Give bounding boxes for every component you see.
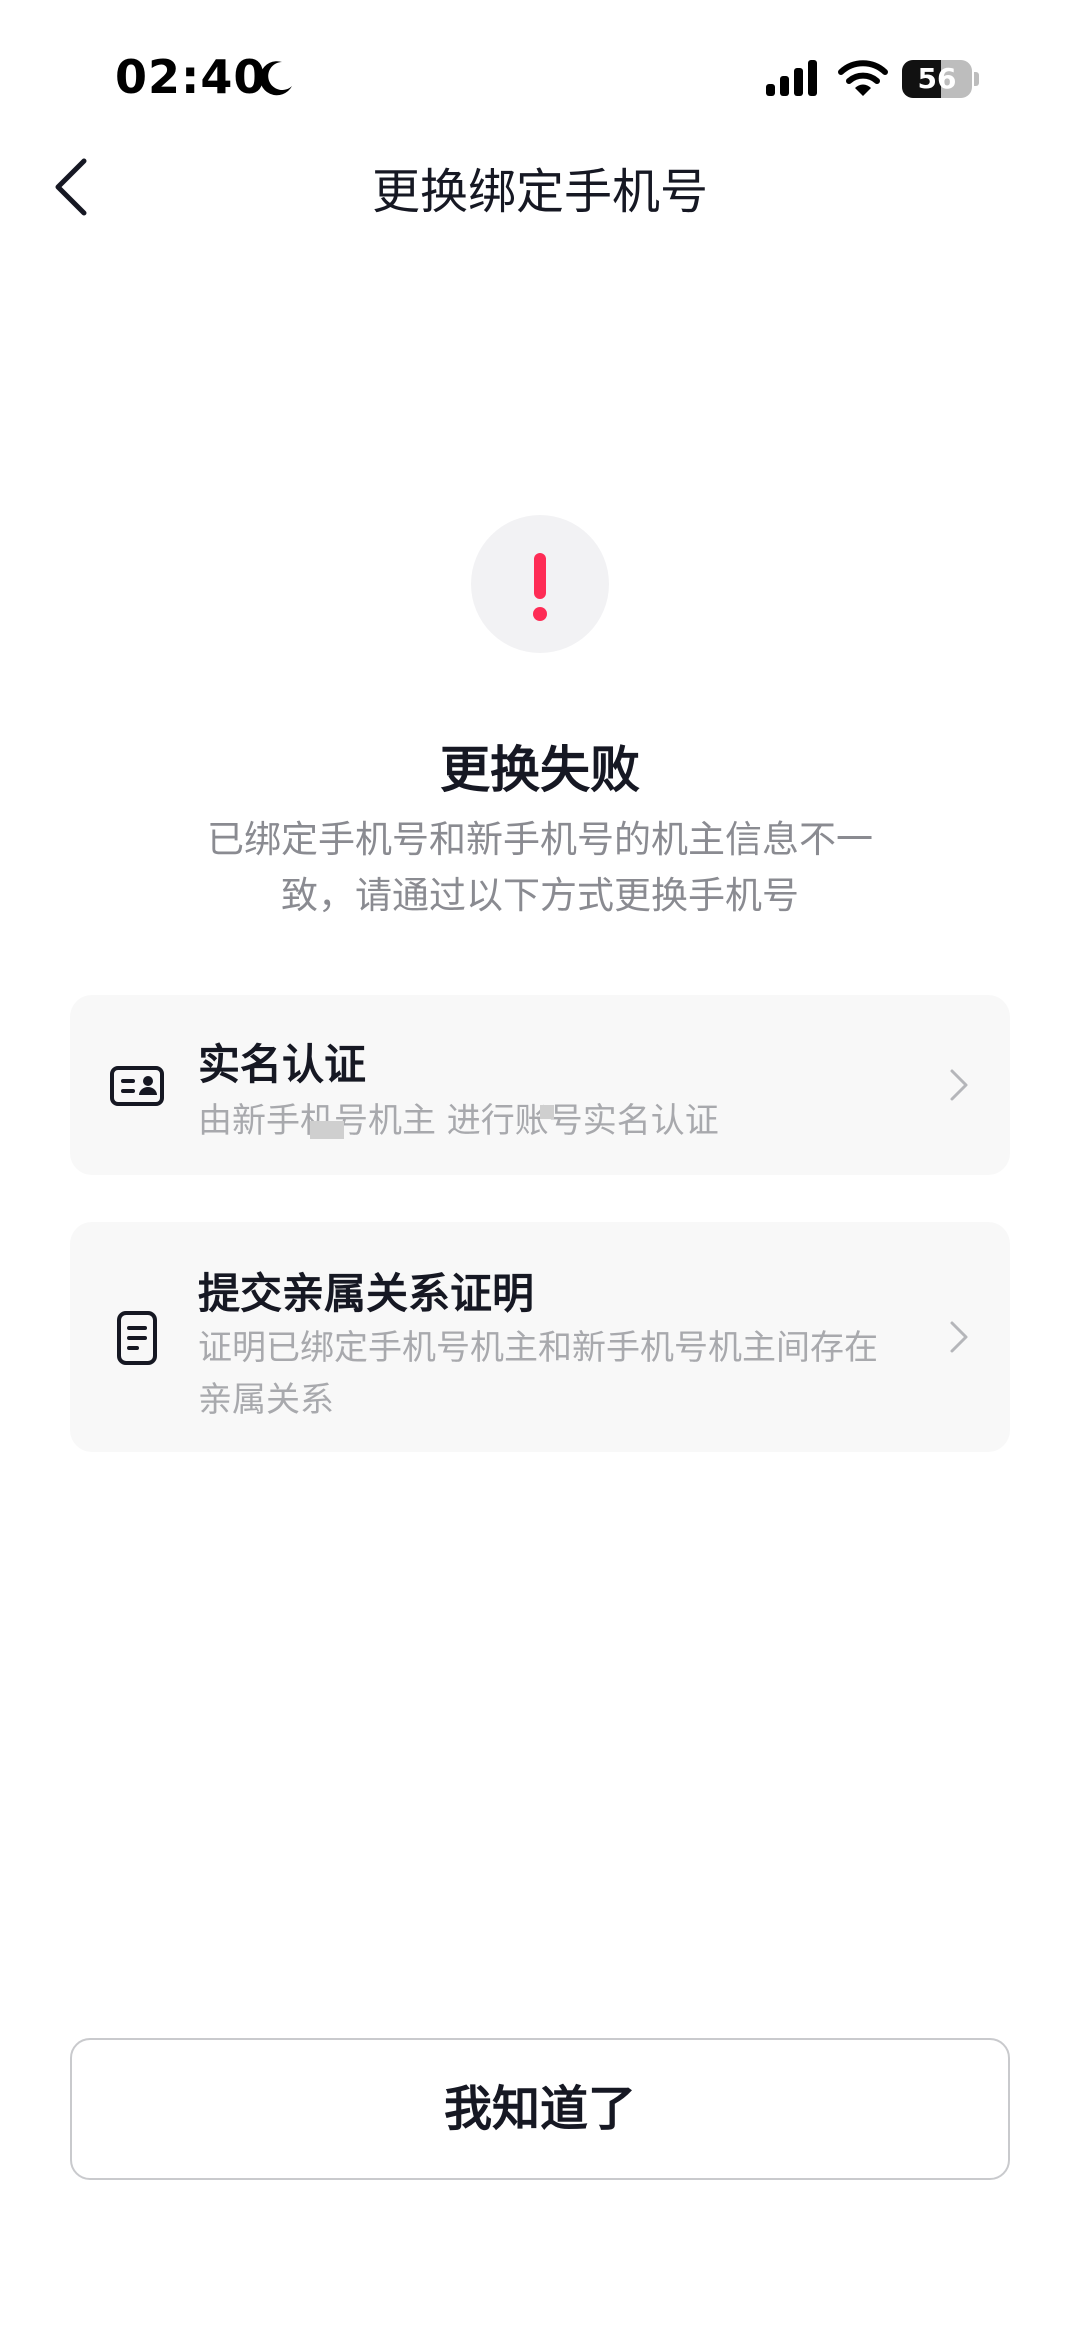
chevron-right-icon	[950, 1321, 968, 1353]
option-real-name-verification[interactable]: 实名认证 由新手机号机主 进行账号实名认证	[70, 995, 1010, 1175]
id-card-icon	[110, 1066, 164, 1106]
exclamation-icon	[533, 553, 547, 621]
redaction-mark	[540, 1105, 554, 1119]
option-kinship-proof[interactable]: 提交亲属关系证明 证明已绑定手机号机主和新手机号机主间存在亲属关系	[70, 1222, 1010, 1452]
option-description: 由新手机号机主 进行账号实名认证	[198, 1101, 719, 1141]
redaction-mark	[310, 1121, 344, 1139]
option-title: 实名认证	[198, 1040, 367, 1089]
result-description: 已绑定手机号和新手机号的机主信息不一致，请通过以下方式更换手机号	[207, 818, 873, 917]
status-time: 02:40	[115, 50, 267, 104]
option-title: 提交亲属关系证明	[198, 1269, 535, 1318]
battery-level: 56	[917, 62, 957, 95]
result-title: 更换失败	[440, 741, 640, 799]
option-description: 证明已绑定手机号机主和新手机号机主间存在亲属关系	[198, 1328, 878, 1420]
moon-icon	[259, 61, 292, 96]
acknowledge-button[interactable]: 我知道了	[70, 2038, 1010, 2180]
alert-badge	[471, 515, 609, 653]
battery-icon: 56	[902, 60, 980, 98]
document-icon	[117, 1311, 157, 1365]
wifi-icon	[838, 60, 888, 96]
signal-icon	[766, 60, 817, 96]
chevron-right-icon	[950, 1069, 968, 1101]
page-title: 更换绑定手机号	[371, 164, 708, 220]
